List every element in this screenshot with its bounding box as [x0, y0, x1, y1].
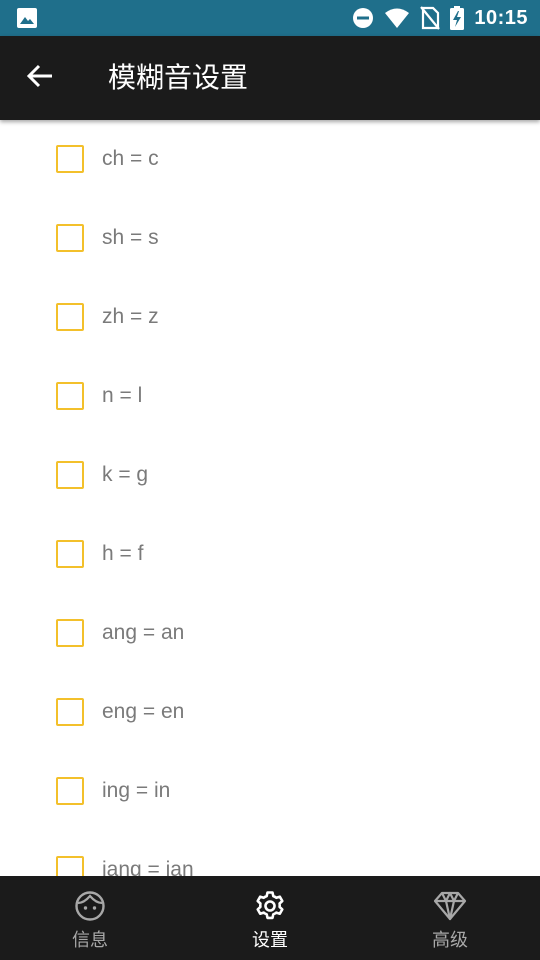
option-label: n = l [102, 384, 143, 407]
option-checkbox[interactable] [56, 224, 84, 252]
nav-item-settings[interactable]: 设置 [180, 876, 360, 960]
option-label: ch = c [102, 147, 159, 170]
option-checkbox[interactable] [56, 382, 84, 410]
battery-charging-icon [450, 6, 465, 30]
status-icons: 10:15 [352, 0, 528, 36]
option-item-ch-c[interactable]: ch = c [0, 120, 540, 199]
app-bar: 模糊音设置 [0, 36, 540, 120]
gear-icon [253, 889, 287, 923]
nav-item-info[interactable]: 信息 [0, 876, 180, 960]
screen: 10:15 模糊音设置 ch = c sh = s zh = z n = l k… [0, 0, 540, 960]
option-item-h-f[interactable]: h = f [0, 515, 540, 594]
fuzzy-pinyin-option-list[interactable]: ch = c sh = s zh = z n = l k = g h = f a… [0, 120, 540, 876]
option-item-eng-en[interactable]: eng = en [0, 673, 540, 752]
option-item-k-g[interactable]: k = g [0, 436, 540, 515]
status-time: 10:15 [474, 6, 528, 29]
arrow-left-icon [26, 62, 54, 95]
option-item-ang-an[interactable]: ang = an [0, 594, 540, 673]
nav-item-advanced[interactable]: 高级 [360, 876, 540, 960]
option-checkbox[interactable] [56, 777, 84, 805]
option-checkbox[interactable] [56, 145, 84, 173]
option-label: ang = an [102, 621, 185, 644]
nav-label-info: 信息 [72, 930, 108, 951]
option-checkbox[interactable] [56, 619, 84, 647]
nav-label-advanced: 高级 [432, 930, 468, 951]
face-icon [73, 889, 107, 923]
option-label: h = f [102, 542, 144, 565]
option-label: k = g [102, 463, 149, 486]
status-bar: 10:15 [0, 0, 540, 36]
option-checkbox[interactable] [56, 540, 84, 568]
image-icon [16, 7, 38, 29]
do-not-disturb-icon [352, 7, 374, 29]
no-sim-icon [420, 6, 441, 30]
option-item-iang-ian[interactable]: iang = ian [0, 831, 540, 876]
option-item-n-l[interactable]: n = l [0, 357, 540, 436]
option-checkbox[interactable] [56, 303, 84, 331]
option-label: sh = s [102, 226, 159, 249]
diamond-icon [433, 889, 467, 923]
page-title: 模糊音设置 [108, 61, 249, 94]
option-checkbox[interactable] [56, 698, 84, 726]
option-checkbox[interactable] [56, 856, 84, 876]
option-checkbox[interactable] [56, 461, 84, 489]
option-label: ing = in [102, 779, 171, 802]
option-label: eng = en [102, 700, 185, 723]
option-label: zh = z [102, 305, 159, 328]
nav-label-settings: 设置 [252, 930, 288, 951]
option-item-zh-z[interactable]: zh = z [0, 278, 540, 357]
option-item-sh-s[interactable]: sh = s [0, 199, 540, 278]
wifi-icon [384, 7, 410, 29]
option-label: iang = ian [102, 858, 194, 876]
bottom-navigation: 信息 设置 高级 [0, 876, 540, 960]
option-item-ing-in[interactable]: ing = in [0, 752, 540, 831]
back-button[interactable] [18, 56, 62, 100]
